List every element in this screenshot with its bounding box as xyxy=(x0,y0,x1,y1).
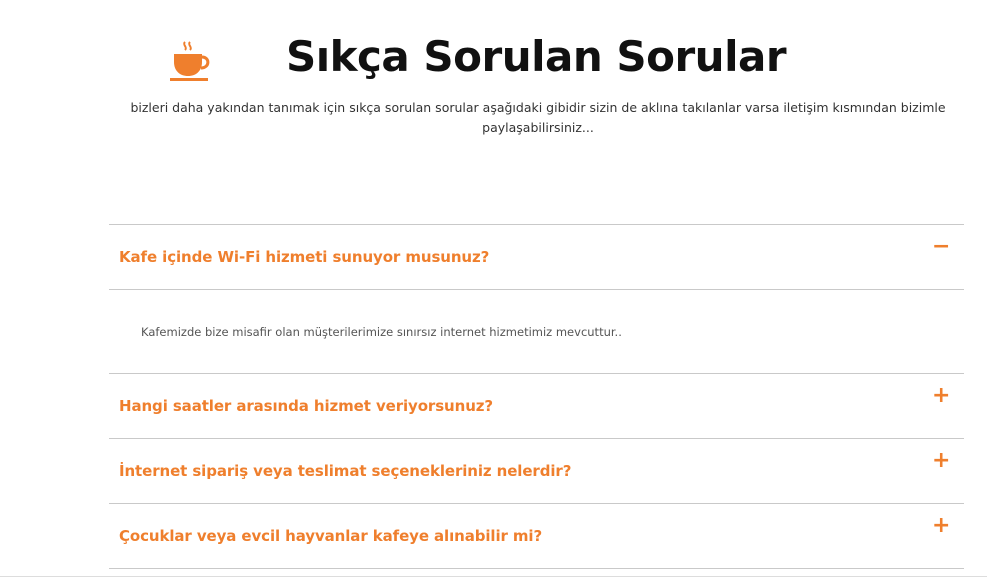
faq-item: Hangi saatler arasında hizmet veriyorsun… xyxy=(109,373,964,438)
faq-item: İnternet sipariş veya teslimat seçenekle… xyxy=(109,438,964,503)
faq-question-text: Kafe içinde Wi-Fi hizmeti sunuyor musunu… xyxy=(119,248,490,266)
faq-question-text: Hangi saatler arasında hizmet veriyorsun… xyxy=(119,397,494,415)
faq-item: Çocuklar veya evcil hayvanlar kafeye alı… xyxy=(109,503,964,569)
faq-question-text: İnternet sipariş veya teslimat seçenekle… xyxy=(119,462,572,480)
page-subtitle: bizleri daha yakından tanımak için sıkça… xyxy=(130,100,946,135)
plus-icon[interactable]: + xyxy=(932,385,950,407)
faq-question-pets[interactable]: Çocuklar veya evcil hayvanlar kafeye alı… xyxy=(109,504,964,568)
faq-question-text: Çocuklar veya evcil hayvanlar kafeye alı… xyxy=(119,527,543,545)
faq-item: Kafe içinde Wi-Fi hizmeti sunuyor musunu… xyxy=(109,224,964,373)
plus-icon[interactable]: + xyxy=(932,450,950,472)
faq-question-delivery[interactable]: İnternet sipariş veya teslimat seçenekle… xyxy=(109,439,964,503)
faq-question-wifi[interactable]: Kafe içinde Wi-Fi hizmeti sunuyor musunu… xyxy=(109,225,964,289)
faq-answer: Kafemizde bize misafir olan müşterilerim… xyxy=(109,289,964,373)
coffee-cup-icon xyxy=(170,41,210,81)
minus-icon[interactable]: − xyxy=(932,236,950,258)
faq-header: Sıkça Sorulan Sorular bizleri daha yakın… xyxy=(0,0,987,190)
page-title: Sıkça Sorulan Sorular xyxy=(285,32,787,81)
plus-icon[interactable]: + xyxy=(932,515,950,537)
faq-question-hours[interactable]: Hangi saatler arasında hizmet veriyorsun… xyxy=(109,374,964,438)
faq-accordion: Kafe içinde Wi-Fi hizmeti sunuyor musunu… xyxy=(109,224,964,569)
